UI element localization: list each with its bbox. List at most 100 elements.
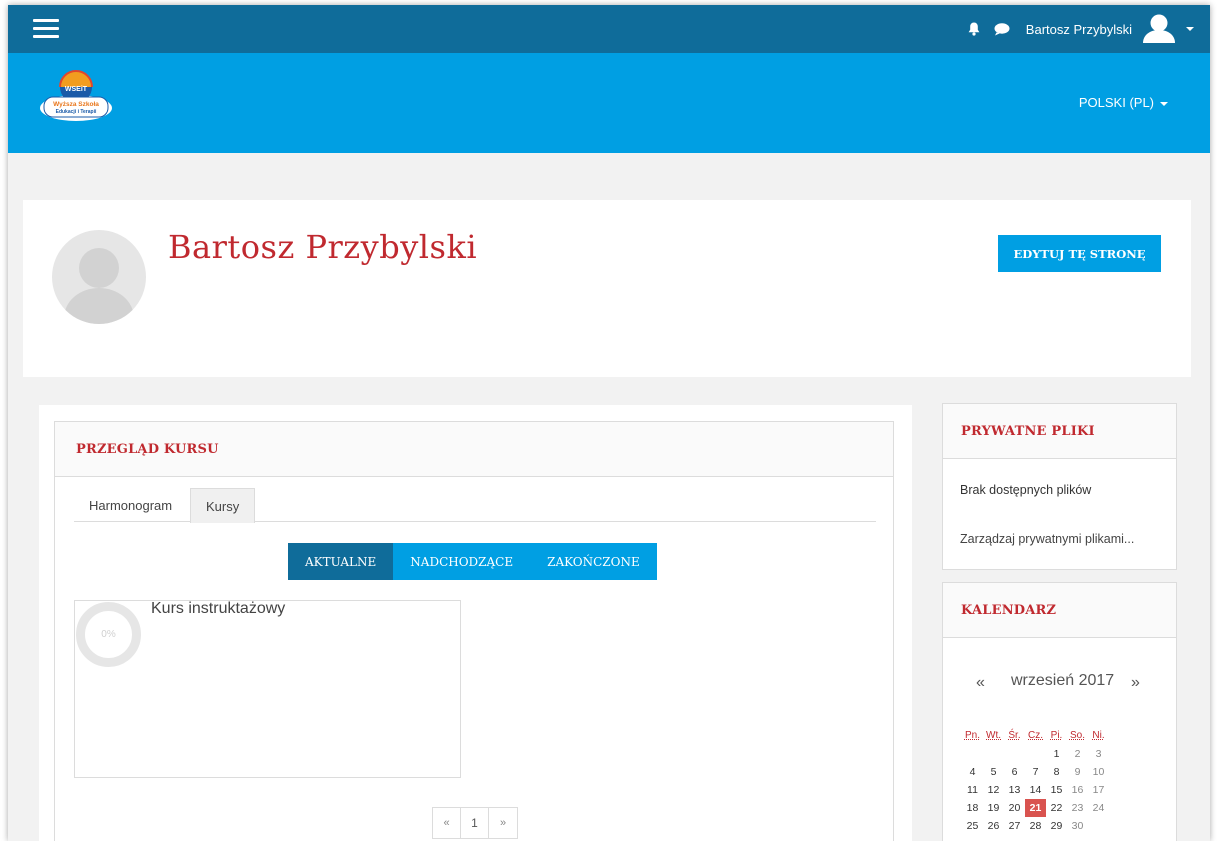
profile-avatar	[52, 230, 146, 324]
calendar-day[interactable]: 4	[962, 763, 983, 781]
calendar-day[interactable]: 29	[1046, 817, 1067, 835]
calendar-next-month[interactable]: »	[1131, 674, 1140, 692]
calendar-day[interactable]: 5	[983, 763, 1004, 781]
language-label: POLSKI (PL)	[1078, 95, 1154, 110]
profile-header: Bartosz Przybylski EDYTUJ TĘ STRONĘ	[23, 200, 1191, 377]
no-files-text: Brak dostępnych plików	[960, 483, 1092, 497]
private-files-title: PRYWATNE PLIKI	[961, 423, 1095, 439]
calendar-grid: Pn. Wt. Śr. Cz. Pi. So. Ni. 1 2 3 4 5 6 7 8 9 10 11 12 13 14…	[962, 727, 1109, 835]
calendar-week: 123	[962, 745, 1109, 763]
course-overview-header: PRZEGLĄD KURSU	[55, 422, 893, 477]
calendar-day[interactable]: 15	[1046, 781, 1067, 799]
calendar-day[interactable]: 24	[1088, 799, 1109, 817]
page-frame: Bartosz Przybylski WSEiT Wyższa Szkoła E…	[8, 5, 1210, 841]
top-navbar: Bartosz Przybylski	[8, 5, 1210, 53]
calendar-day[interactable]: 12	[983, 781, 1004, 799]
calendar-day-header: Pi.	[1050, 730, 1063, 741]
calendar-day-headers: Pn. Wt. Śr. Cz. Pi. So. Ni.	[962, 727, 1109, 745]
pagination-page[interactable]: 1	[461, 808, 489, 838]
calendar-day[interactable]: 16	[1067, 781, 1088, 799]
caret-down-icon	[1160, 101, 1168, 106]
calendar-header: KALENDARZ	[943, 583, 1176, 638]
calendar-day[interactable]: 27	[1004, 817, 1025, 835]
calendar-day[interactable]: 26	[983, 817, 1004, 835]
course-progress-label: 0%	[101, 629, 116, 640]
svg-text:Edukacji i Terapii: Edukacji i Terapii	[56, 109, 97, 115]
calendar-navigation: « wrzesień 2017 »	[943, 672, 1178, 696]
chat-icon[interactable]	[994, 22, 1010, 36]
language-menu[interactable]: POLSKI (PL)	[1079, 95, 1168, 110]
calendar-day[interactable]: 21	[1025, 799, 1046, 817]
filter-upcoming-button[interactable]: NADCHODZĄCE	[393, 543, 531, 580]
calendar-day[interactable]: 25	[962, 817, 983, 835]
calendar-day[interactable]: 10	[1088, 763, 1109, 781]
filter-current-button[interactable]: AKTUALNE	[288, 543, 394, 580]
calendar-day[interactable]: 1	[1046, 745, 1067, 763]
calendar-day[interactable]: 3	[1088, 745, 1109, 763]
course-progress-ring: 0%	[76, 602, 141, 667]
course-card[interactable]: 0% Kurs instruktażowy	[74, 600, 461, 778]
user-avatar-icon[interactable]	[1142, 12, 1176, 46]
school-logo[interactable]: WSEiT Wyższa Szkoła Edukacji i Terapii	[36, 61, 116, 123]
calendar-day[interactable]: 14	[1025, 781, 1046, 799]
course-overview-block: PRZEGLĄD KURSU Harmonogram Kursy AKTUALN…	[54, 421, 894, 841]
calendar-empty-cell	[1004, 745, 1025, 763]
calendar-day[interactable]: 2	[1067, 745, 1088, 763]
calendar-day[interactable]: 11	[962, 781, 983, 799]
course-filter-group: AKTUALNE NADCHODZĄCE ZAKOŃCZONE	[288, 543, 657, 580]
calendar-day-header: Śr.	[1008, 730, 1021, 741]
course-overview-title: PRZEGLĄD KURSU	[76, 441, 219, 457]
calendar-day-header: Cz.	[1028, 730, 1043, 741]
private-files-block: PRYWATNE PLIKI Brak dostępnych plików Za…	[942, 403, 1177, 570]
calendar-day[interactable]: 23	[1067, 799, 1088, 817]
menu-icon[interactable]	[33, 19, 59, 39]
calendar-day-header: Ni.	[1092, 730, 1105, 741]
pagination: « 1 »	[432, 807, 518, 839]
svg-text:WSEiT: WSEiT	[65, 86, 88, 93]
calendar-day-header: Pn.	[964, 730, 980, 741]
svg-text:Wyższa Szkoła: Wyższa Szkoła	[53, 101, 99, 108]
pagination-next[interactable]: »	[489, 808, 517, 838]
filter-finished-button[interactable]: ZAKOŃCZONE	[530, 543, 657, 580]
calendar-day[interactable]: 22	[1046, 799, 1067, 817]
calendar-empty-cell	[983, 745, 1004, 763]
calendar-day[interactable]: 17	[1088, 781, 1109, 799]
calendar-day[interactable]: 20	[1004, 799, 1025, 817]
calendar-day[interactable]: 30	[1067, 817, 1088, 835]
calendar-day[interactable]: 7	[1025, 763, 1046, 781]
header-banner: WSEiT Wyższa Szkoła Edukacji i Terapii P…	[8, 53, 1210, 153]
calendar-block: KALENDARZ « wrzesień 2017 » Pn. Wt. Śr. Cz.…	[942, 582, 1177, 841]
edit-page-button[interactable]: EDYTUJ TĘ STRONĘ	[998, 235, 1161, 272]
calendar-day-header: So.	[1069, 730, 1085, 741]
private-files-header: PRYWATNE PLIKI	[943, 404, 1176, 459]
calendar-day[interactable]: 19	[983, 799, 1004, 817]
calendar-day[interactable]: 9	[1067, 763, 1088, 781]
course-title-link[interactable]: Kurs instruktażowy	[151, 600, 285, 618]
caret-down-icon[interactable]	[1186, 27, 1194, 31]
user-menu-area: Bartosz Przybylski	[968, 5, 1194, 53]
calendar-day[interactable]: 6	[1004, 763, 1025, 781]
calendar-week: 4 5 6 7 8 9 10	[962, 763, 1109, 781]
pagination-prev[interactable]: «	[433, 808, 461, 838]
page-title: Bartosz Przybylski	[168, 228, 478, 266]
calendar-empty-cell	[1025, 745, 1046, 763]
calendar-prev-month[interactable]: «	[976, 674, 985, 692]
calendar-empty-cell	[1088, 817, 1109, 835]
calendar-week: 18 19 20 21 22 23 24	[962, 799, 1109, 817]
manage-files-link[interactable]: Zarządzaj prywatnymi plikami...	[960, 532, 1134, 546]
calendar-day[interactable]: 8	[1046, 763, 1067, 781]
tab-kursy[interactable]: Kursy	[190, 488, 256, 523]
calendar-day[interactable]: 28	[1025, 817, 1046, 835]
calendar-month-label: wrzesień 2017	[1011, 672, 1115, 689]
calendar-week: 11 12 13 14 15 16 17	[962, 781, 1109, 799]
main-content: PRZEGLĄD KURSU Harmonogram Kursy AKTUALN…	[39, 405, 912, 841]
calendar-week: 25 26 27 28 29 30	[962, 817, 1109, 835]
course-overview-tabs: Harmonogram Kursy	[74, 488, 876, 523]
calendar-day[interactable]: 13	[1004, 781, 1025, 799]
bell-icon[interactable]	[968, 22, 980, 36]
user-name[interactable]: Bartosz Przybylski	[1026, 22, 1132, 37]
calendar-day-header: Wt.	[986, 730, 1001, 741]
calendar-title: KALENDARZ	[961, 602, 1057, 618]
tab-harmonogram[interactable]: Harmonogram	[74, 488, 187, 522]
calendar-day[interactable]: 18	[962, 799, 983, 817]
